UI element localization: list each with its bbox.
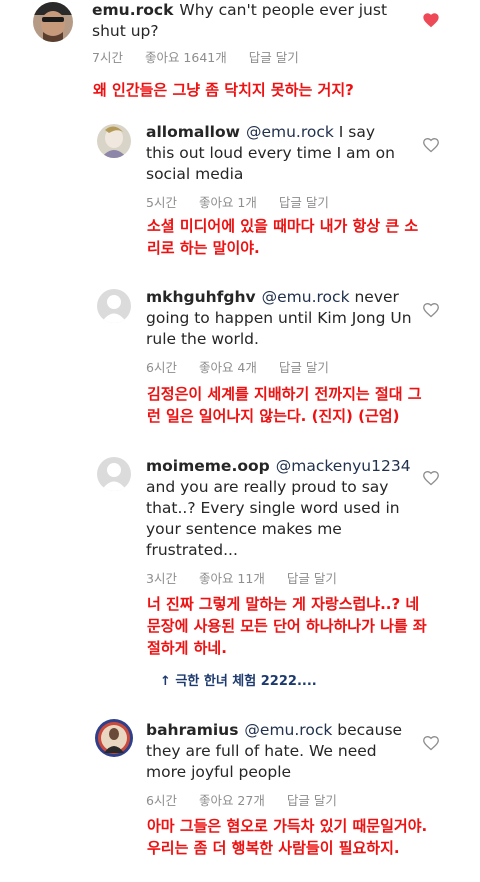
likes-count[interactable]: 좋아요 4개 (199, 360, 257, 375)
avatar[interactable] (97, 124, 131, 158)
mention-link[interactable]: @emu.rock (244, 721, 332, 739)
translation-text: 왜 인간들은 그냥 좀 닥치지 못하는 거지? (93, 81, 354, 99)
reply-button[interactable]: 답글 달기 (287, 793, 337, 808)
timestamp: 6시간 (146, 793, 177, 808)
view-replies-link[interactable]: ↑ 극한 한녀 체험 2222.... (160, 670, 317, 689)
reply-button[interactable]: 답글 달기 (287, 571, 337, 586)
timestamp: 6시간 (146, 360, 177, 375)
likes-count[interactable]: 좋아요 11개 (199, 571, 265, 586)
comment-bahramius: bahramius @emu.rock because they are full… (0, 718, 480, 878)
mention-link[interactable]: @mackenyu1234 (276, 457, 411, 475)
translation-text: 김정은이 세계를 지배하기 전까지는 절대 그런 일은 일어나지 않는다. (진… (147, 385, 422, 425)
reply-button[interactable]: 답글 달기 (279, 195, 329, 210)
comment-text: allomallow @emu.rock I say this out loud … (146, 122, 406, 185)
username[interactable]: mkhguhfghv (146, 288, 256, 306)
translation-text: 아마 그들은 혐오로 가득차 있기 때문일거야. 우리는 좀 더 행복한 사람들… (147, 817, 428, 857)
heart-icon[interactable] (422, 470, 440, 486)
likes-count[interactable]: 좋아요 27개 (199, 793, 265, 808)
comment-text: moimeme.oop @mackenyu1234 and you are rea… (146, 456, 416, 561)
avatar[interactable] (95, 719, 133, 757)
mention-link[interactable]: @emu.rock (262, 288, 350, 306)
comment-meta: 6시간 좋아요 27개 답글 달기 (146, 790, 359, 809)
comment-body: and you are really proud to say that..? … (146, 478, 400, 559)
comment-meta: 3시간 좋아요 11개 답글 달기 (146, 568, 359, 587)
likes-count[interactable]: 좋아요 1641개 (145, 50, 227, 65)
timestamp: 3시간 (146, 571, 177, 586)
comment-mkhguhfghv: mkhguhfghv @emu.rock never going to happe… (0, 284, 480, 449)
comment-text: mkhguhfghv @emu.rock never going to happe… (146, 287, 416, 350)
username[interactable]: moimeme.oop (146, 457, 270, 475)
username[interactable]: bahramius (146, 721, 238, 739)
translation-text: 소셜 미디어에 있을 때마다 내가 항상 큰 소리로 하는 말이야. (147, 217, 419, 257)
heart-icon[interactable] (422, 137, 440, 153)
translation-text: 너 진짜 그렇게 말하는 게 자랑스럽냐..? 네 문장에 사용된 모든 단어 … (147, 595, 427, 657)
avatar[interactable] (97, 289, 131, 323)
username[interactable]: allomallow (146, 123, 240, 141)
avatar[interactable] (97, 457, 131, 491)
comment-text: bahramius @emu.rock because they are full… (146, 720, 406, 783)
timestamp: 7시간 (92, 50, 123, 65)
comment-allomallow: allomallow @emu.rock I say this out loud … (0, 115, 480, 265)
comment-moimeme-oop: moimeme.oop @mackenyu1234 and you are rea… (0, 454, 480, 689)
reply-button[interactable]: 답글 달기 (249, 50, 299, 65)
avatar[interactable] (33, 2, 73, 42)
reply-button[interactable]: 답글 달기 (279, 360, 329, 375)
heart-icon[interactable] (422, 302, 440, 318)
comment-meta: 7시간 좋아요 1641개 답글 달기 (92, 47, 321, 66)
timestamp: 5시간 (146, 195, 177, 210)
heart-icon[interactable] (422, 735, 440, 751)
comment-emu-rock: emu.rock Why can't people ever just shut … (0, 0, 480, 110)
comment-text: emu.rock Why can't people ever just shut … (92, 0, 392, 42)
comment-meta: 6시간 좋아요 4개 답글 달기 (146, 357, 351, 376)
likes-count[interactable]: 좋아요 1개 (199, 195, 257, 210)
mention-link[interactable]: @emu.rock (246, 123, 334, 141)
comment-meta: 5시간 좋아요 1개 답글 달기 (146, 192, 351, 211)
heart-icon[interactable] (422, 12, 440, 28)
username[interactable]: emu.rock (92, 1, 173, 19)
